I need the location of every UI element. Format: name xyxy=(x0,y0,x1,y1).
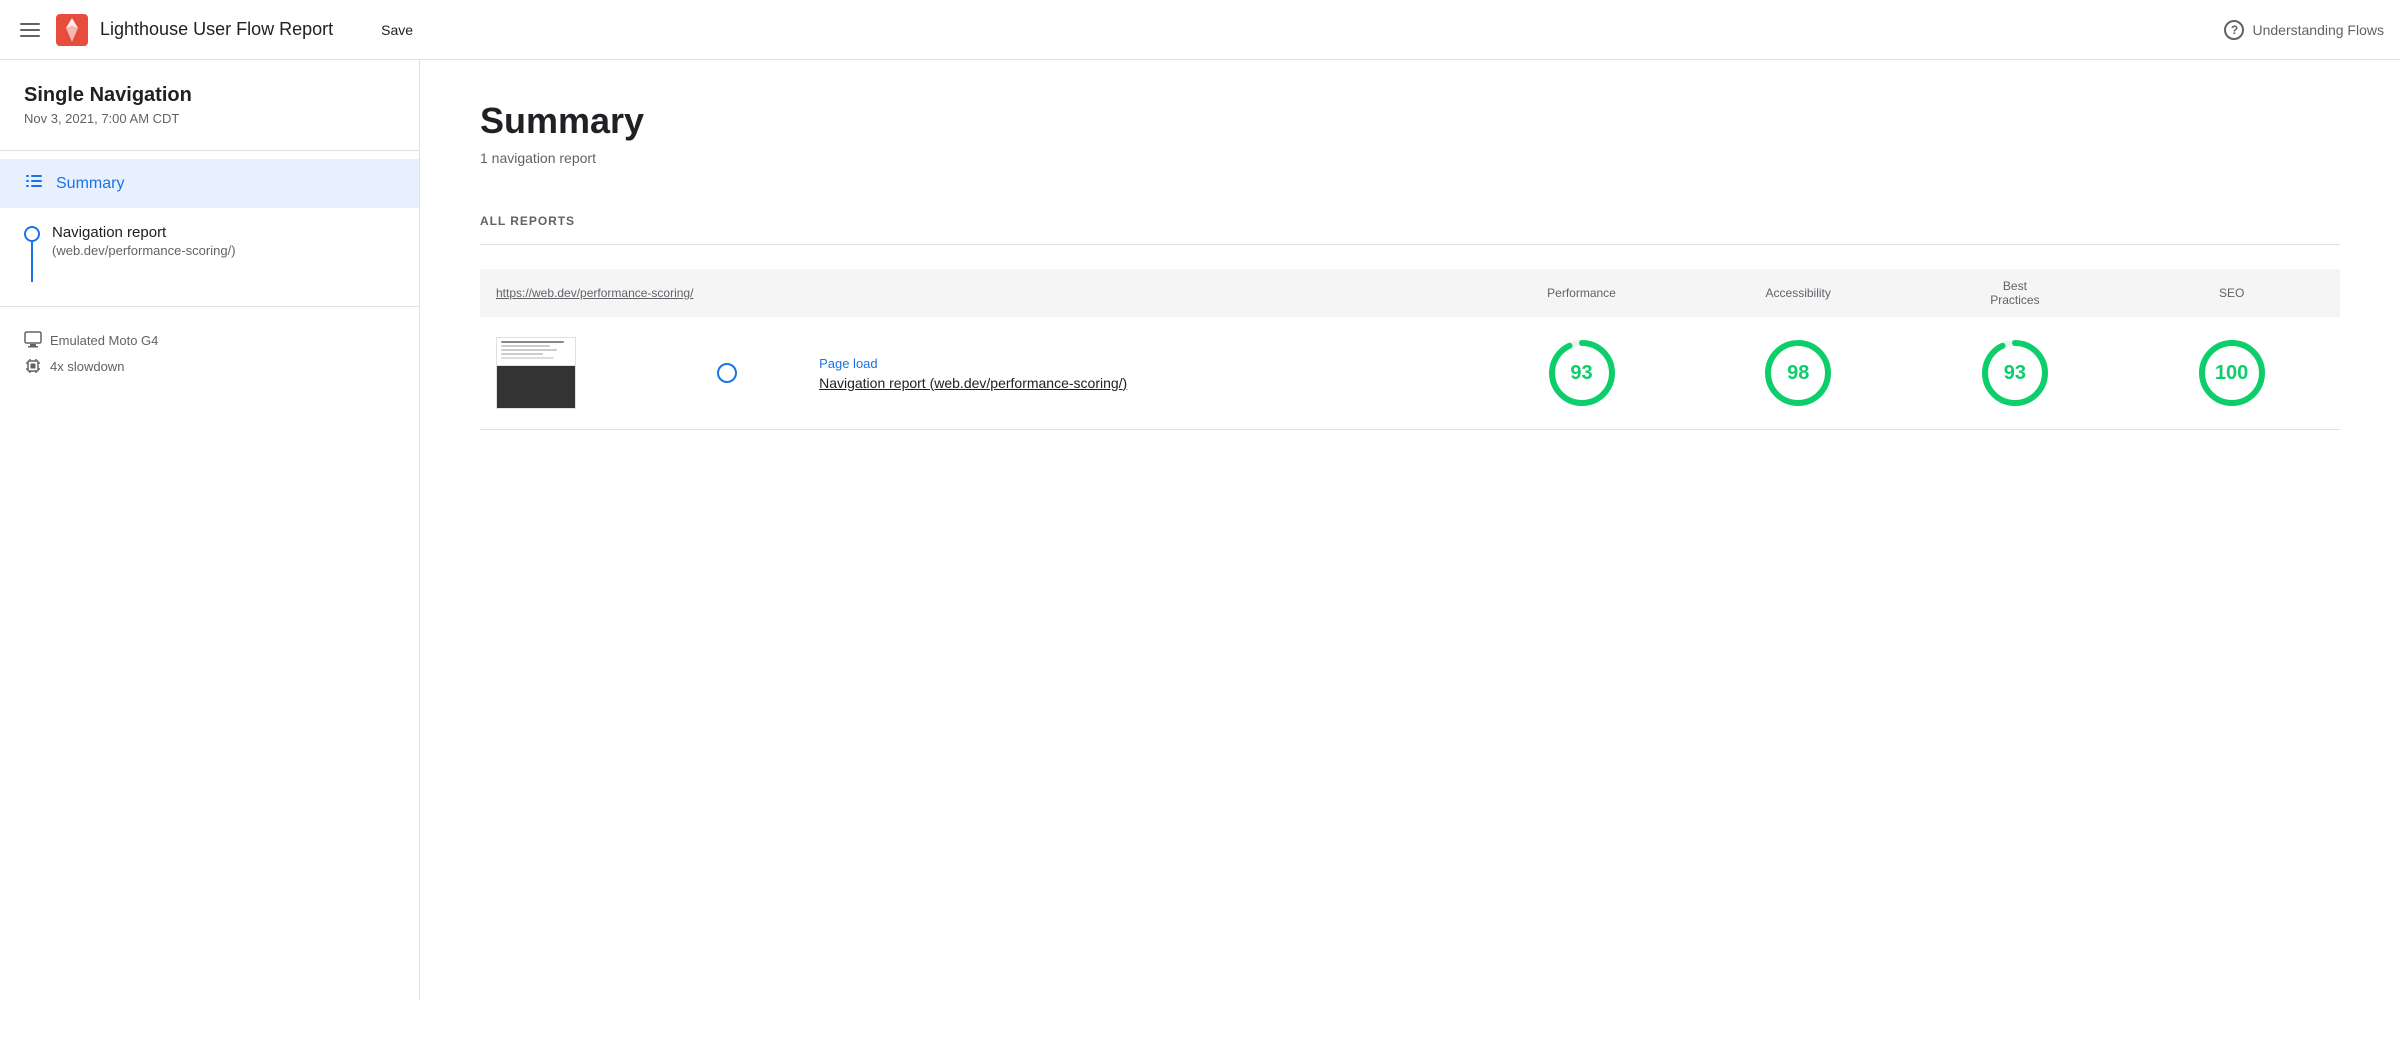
sidebar-nav-date: Nov 3, 2021, 7:00 AM CDT xyxy=(0,111,419,142)
sidebar-item-report[interactable]: Navigation report (web.dev/performance-s… xyxy=(0,208,419,298)
sidebar-slowdown-item: 4x slowdown xyxy=(24,357,395,375)
score-cell-seo: 100 xyxy=(2123,317,2340,430)
score-cell-accessibility: 98 xyxy=(1690,317,1907,430)
thumb-line-2 xyxy=(501,345,550,347)
lighthouse-logo xyxy=(56,14,88,46)
thumbnail-bottom xyxy=(497,366,575,408)
table-row: Page load Navigation report (web.dev/per… xyxy=(480,317,2340,430)
score-cell-performance: 93 xyxy=(1473,317,1690,430)
reports-table: https://web.dev/performance-scoring/ Per… xyxy=(480,269,2340,430)
app-title: Lighthouse User Flow Report xyxy=(100,19,333,40)
summary-subtitle: 1 navigation report xyxy=(480,150,2340,166)
thumbnail-top xyxy=(497,338,575,366)
sidebar-summary-label: Summary xyxy=(56,175,124,193)
score-circle-performance[interactable]: 93 xyxy=(1546,337,1618,409)
section-divider xyxy=(480,244,2340,245)
table-header-row: https://web.dev/performance-scoring/ Per… xyxy=(480,269,2340,317)
menu-button[interactable] xyxy=(16,19,44,41)
pin-container xyxy=(24,224,40,282)
sidebar-report-url: (web.dev/performance-scoring/) xyxy=(52,243,236,258)
nav-circle-cell xyxy=(701,317,803,430)
sidebar-device-item: Emulated Moto G4 xyxy=(24,331,395,349)
summary-title: Summary xyxy=(480,100,2340,142)
thumb-line-5 xyxy=(501,357,554,359)
all-reports-label: ALL REPORTS xyxy=(480,214,2340,228)
reports-table-header: https://web.dev/performance-scoring/ Per… xyxy=(480,269,2340,317)
report-link-text[interactable]: Navigation report (web.dev/performance-s… xyxy=(819,375,1457,391)
score-text-performance: 93 xyxy=(1570,362,1592,385)
thumb-line-3 xyxy=(501,349,557,351)
sidebar-slowdown-label: 4x slowdown xyxy=(50,359,124,374)
report-thumbnail xyxy=(496,337,576,409)
save-button[interactable]: Save xyxy=(369,16,425,44)
report-type-label: Page load xyxy=(819,356,1457,371)
pin-line xyxy=(31,242,33,282)
sidebar-item-summary[interactable]: Summary xyxy=(0,159,419,208)
sidebar-divider-2 xyxy=(0,306,419,307)
reports-table-body: Page load Navigation report (web.dev/per… xyxy=(480,317,2340,430)
monitor-icon xyxy=(24,331,42,349)
pin-circle-icon xyxy=(24,226,40,242)
nav-circle-icon xyxy=(717,363,737,383)
thumb-line-4 xyxy=(501,353,543,355)
thumb-line-1 xyxy=(501,341,564,343)
sidebar-device-label: Emulated Moto G4 xyxy=(50,333,158,348)
header-accessibility: Accessibility xyxy=(1690,269,1907,317)
score-text-seo: 100 xyxy=(2215,362,2248,385)
understanding-flows-link[interactable]: ? Understanding Flows xyxy=(2224,20,2384,40)
main-content: Summary 1 navigation report ALL REPORTS … xyxy=(420,60,2400,1000)
list-icon xyxy=(24,171,44,196)
main-layout: Single Navigation Nov 3, 2021, 7:00 AM C… xyxy=(0,60,2400,1000)
thumbnail-cell xyxy=(480,317,701,430)
app-header: Lighthouse User Flow Report Save ? Under… xyxy=(0,0,2400,60)
understanding-flows-label: Understanding Flows xyxy=(2252,22,2384,38)
sidebar-report-name: Navigation report xyxy=(52,224,236,241)
sidebar: Single Navigation Nov 3, 2021, 7:00 AM C… xyxy=(0,60,420,1000)
header-performance: Performance xyxy=(1473,269,1690,317)
score-circle-seo[interactable]: 100 xyxy=(2196,337,2268,409)
report-link-block: Page load Navigation report (web.dev/per… xyxy=(819,356,1457,391)
sidebar-device-section: Emulated Moto G4 xyxy=(0,315,419,391)
score-text-accessibility: 98 xyxy=(1787,362,1809,385)
cpu-icon xyxy=(24,357,42,375)
help-icon: ? xyxy=(2224,20,2244,40)
header-url: https://web.dev/performance-scoring/ xyxy=(480,269,1473,317)
sidebar-divider-1 xyxy=(0,150,419,151)
header-best-practices: BestPractices xyxy=(1907,269,2124,317)
score-text-best-practices: 93 xyxy=(2004,362,2026,385)
report-info-cell: Page load Navigation report (web.dev/per… xyxy=(803,317,1473,430)
header-left: Lighthouse User Flow Report Save xyxy=(16,14,425,46)
header-url-link[interactable]: https://web.dev/performance-scoring/ xyxy=(496,286,693,300)
score-circle-best-practices[interactable]: 93 xyxy=(1979,337,2051,409)
score-cell-best-practices: 93 xyxy=(1907,317,2124,430)
sidebar-nav-title: Single Navigation xyxy=(0,84,419,111)
header-seo: SEO xyxy=(2123,269,2340,317)
sidebar-report-text: Navigation report (web.dev/performance-s… xyxy=(52,224,236,258)
score-circle-accessibility[interactable]: 98 xyxy=(1762,337,1834,409)
